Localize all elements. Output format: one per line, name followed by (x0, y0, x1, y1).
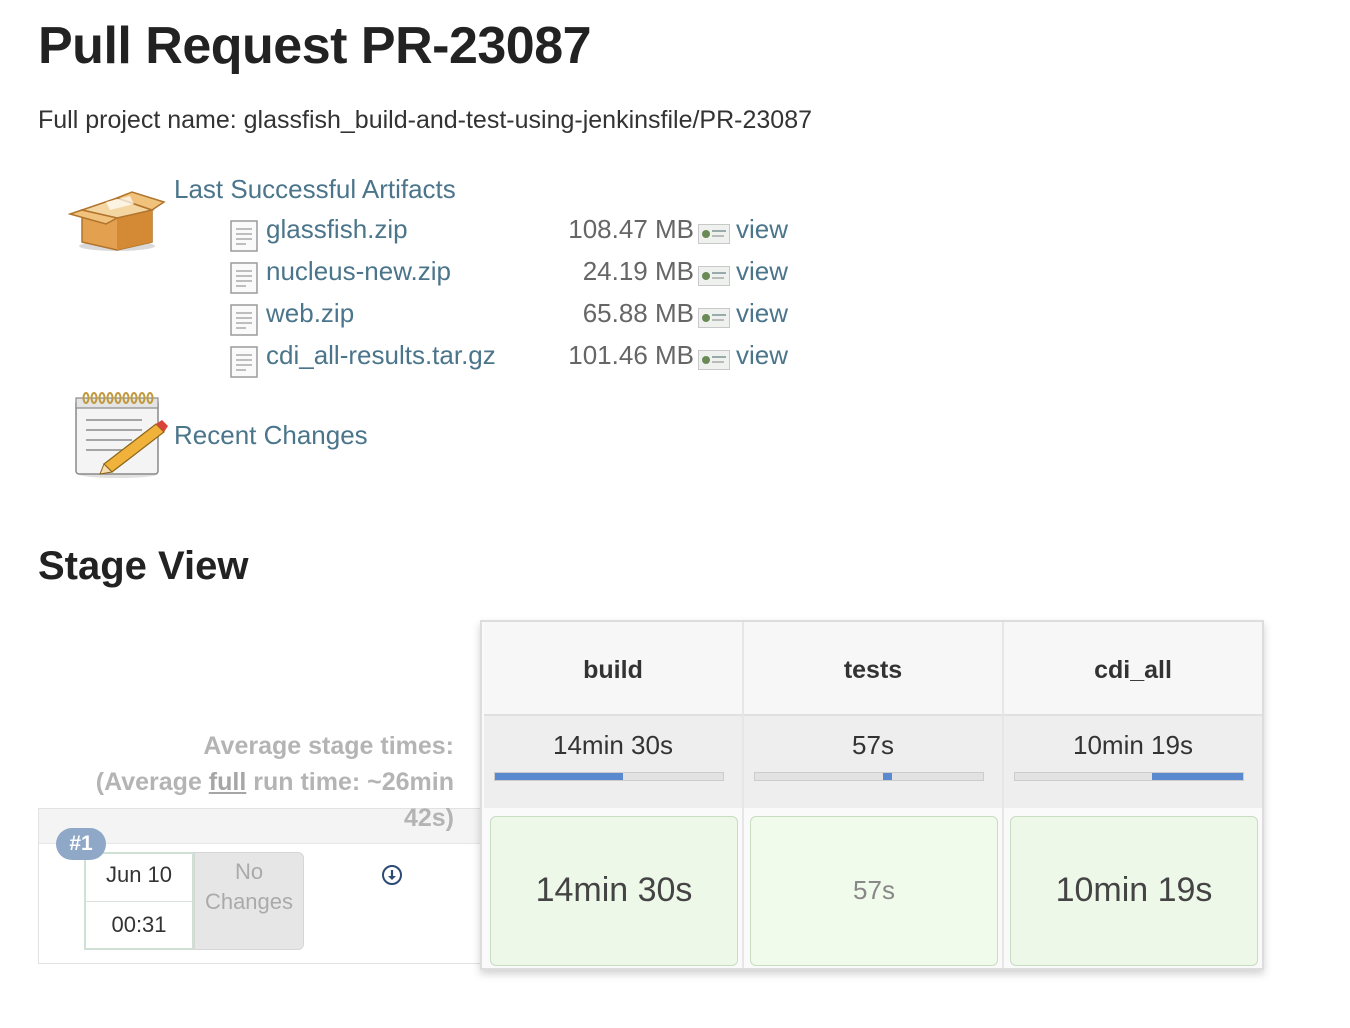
page-title: Pull Request PR-23087 (38, 17, 592, 75)
artifact-row: cdi_all-results.tar.gz 101.46 MB view (230, 340, 810, 378)
fingerprint-icon (698, 224, 730, 244)
average-stage-times-text: Average stage times: (203, 732, 454, 760)
stage-cell-cdi-all[interactable]: 10min 19s (1010, 816, 1258, 966)
view-fingerprint-link[interactable]: view (736, 298, 788, 329)
artifact-link-glassfish-zip[interactable]: glassfish.zip (266, 214, 408, 245)
stage-average-time: 10min 19s (1073, 730, 1193, 760)
view-fingerprint-link[interactable]: view (736, 214, 788, 245)
stage-table: build 14min 30s 14min 30s tests 57s 57s … (480, 620, 1264, 970)
build-number-badge[interactable]: #1 (56, 828, 106, 860)
build-time: 00:31 (111, 912, 167, 937)
average-run-time-prefix: (Average (95, 768, 209, 796)
notepad-pencil-icon (75, 392, 168, 478)
build-date-box[interactable]: Jun 10 00:31 (84, 852, 194, 950)
stage-average: 57s (744, 714, 1002, 808)
file-icon (230, 262, 258, 294)
stage-progress-fill (495, 773, 623, 780)
no-changes-box: No Changes (194, 852, 304, 950)
file-icon (230, 304, 258, 336)
fingerprint-icon (698, 266, 730, 286)
project-full-name: Full project name: glassfish_build-and-t… (38, 106, 812, 134)
stage-column-cdi-all: cdi_all 10min 19s 10min 19s (1004, 622, 1262, 968)
stage-header-cdi-all: cdi_all (1004, 622, 1262, 714)
view-fingerprint-link[interactable]: view (736, 340, 788, 371)
stage-progress-fill (1151, 773, 1243, 780)
stage-progress-bar (754, 772, 984, 781)
average-stage-times-label: Average stage times: (Average full run t… (40, 728, 454, 836)
stage-header-build: build (484, 622, 742, 714)
download-arrow-icon[interactable] (381, 864, 403, 886)
divider (86, 901, 192, 902)
average-run-time-suffix: run time: ~26min 42s) (246, 768, 454, 832)
stage-average: 14min 30s (484, 714, 742, 808)
stage-column-build: build 14min 30s 14min 30s (484, 622, 742, 968)
stage-average-time: 14min 30s (553, 730, 673, 760)
artifact-size: 24.19 MB (582, 256, 694, 286)
stage-view-heading: Stage View (38, 544, 249, 588)
artifact-row: web.zip 65.88 MB view (230, 298, 810, 336)
artifact-size: 101.46 MB (568, 340, 694, 370)
stage-cell-tests[interactable]: 57s (750, 816, 998, 966)
file-icon (230, 346, 258, 378)
stage-average-time: 57s (852, 730, 894, 760)
artifact-link-nucleus-new-zip[interactable]: nucleus-new.zip (266, 256, 451, 287)
stage-column-tests: tests 57s 57s (744, 622, 1002, 968)
stage-progress-bar (494, 772, 724, 781)
build-date: Jun 10 (105, 862, 173, 887)
stage-average: 10min 19s (1004, 714, 1262, 808)
stage-cell-build[interactable]: 14min 30s (490, 816, 738, 966)
artifact-row: nucleus-new.zip 24.19 MB view (230, 256, 810, 294)
artifact-size: 108.47 MB (568, 214, 694, 244)
stage-progress-bar (1014, 772, 1244, 781)
file-icon (230, 220, 258, 252)
stage-header-tests: tests (744, 622, 1002, 714)
full-run-time-link[interactable]: full (209, 768, 247, 796)
package-box-icon (68, 191, 166, 251)
stage-progress-fill (882, 773, 892, 780)
view-fingerprint-link[interactable]: view (736, 256, 788, 287)
recent-changes-link[interactable]: Recent Changes (174, 420, 368, 451)
artifact-link-cdi-all-results-tar-gz[interactable]: cdi_all-results.tar.gz (266, 340, 496, 371)
artifact-row: glassfish.zip 108.47 MB view (230, 214, 810, 252)
fingerprint-icon (698, 350, 730, 370)
last-successful-artifacts-link[interactable]: Last Successful Artifacts (174, 174, 456, 205)
fingerprint-icon (698, 308, 730, 328)
artifact-size: 65.88 MB (582, 298, 694, 328)
artifact-link-web-zip[interactable]: web.zip (266, 298, 354, 329)
